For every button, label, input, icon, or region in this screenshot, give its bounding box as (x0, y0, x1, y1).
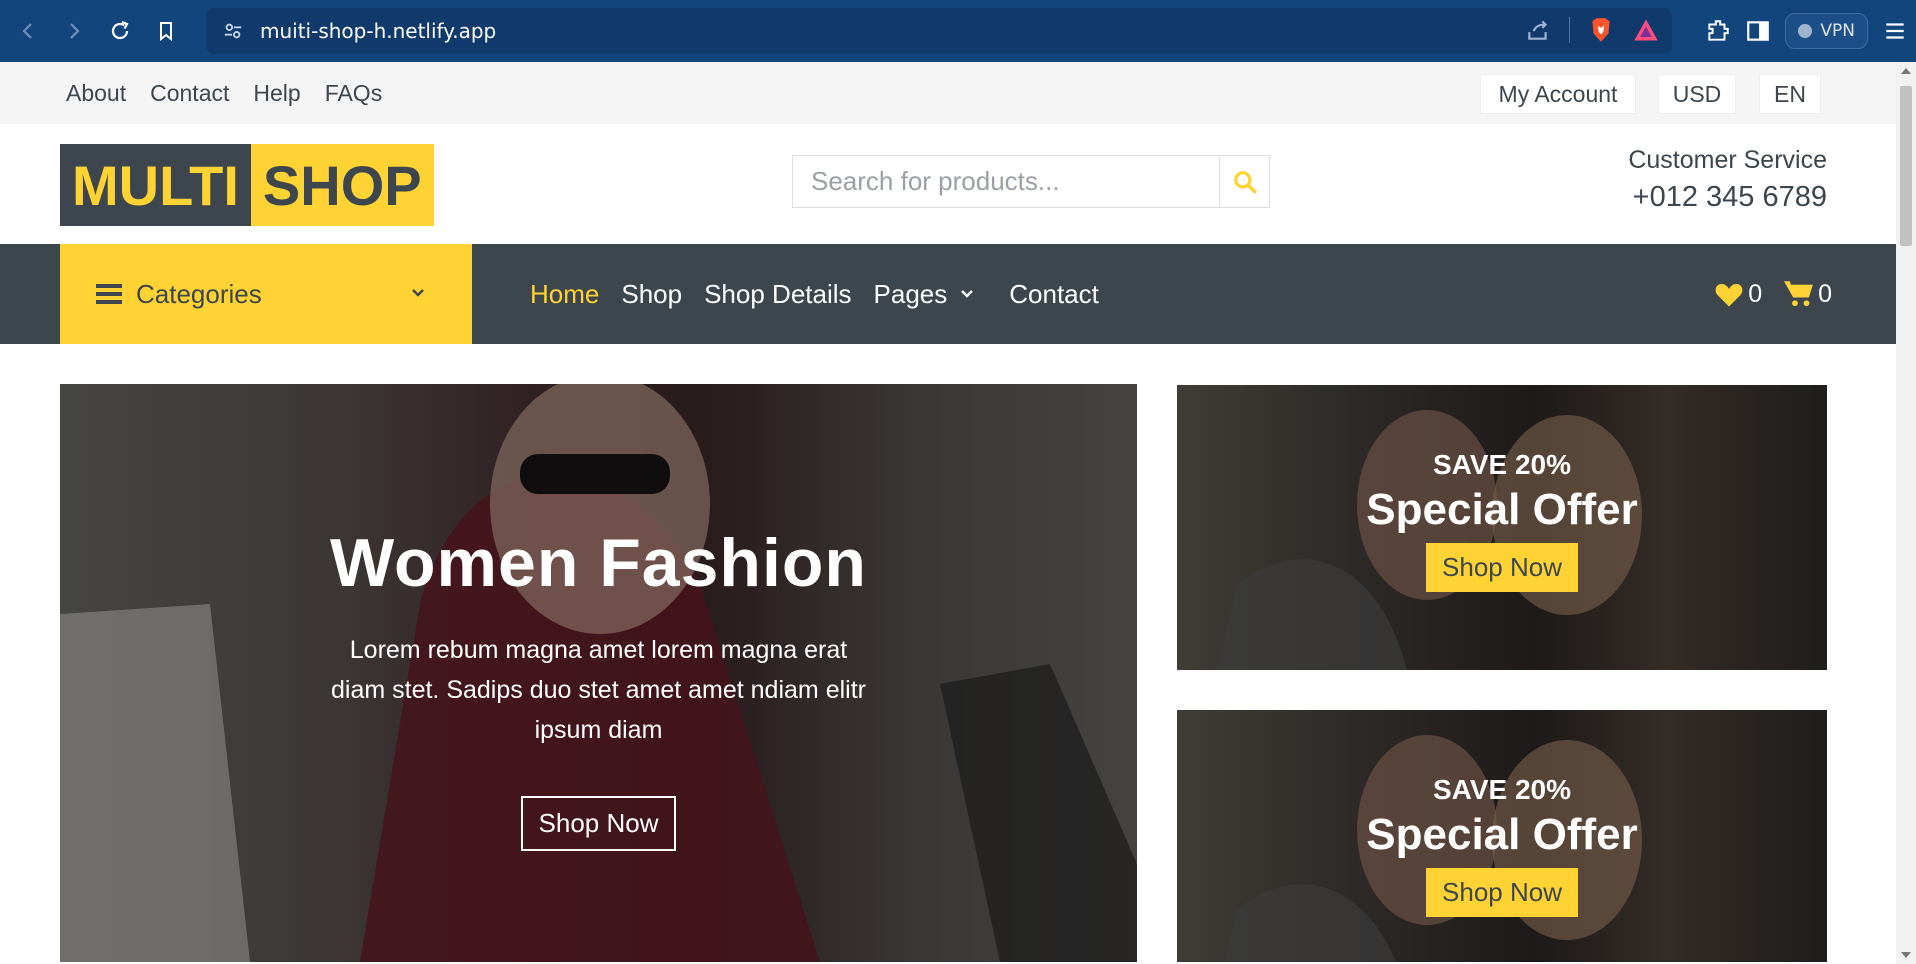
extensions-icon[interactable] (1705, 18, 1731, 44)
page-scrollbar[interactable] (1896, 62, 1916, 964)
site-header: MULTI SHOP Customer Service +012 345 678… (0, 124, 1896, 244)
search-input[interactable] (793, 156, 1219, 207)
divider (1569, 17, 1570, 43)
forward-button[interactable] (54, 11, 94, 51)
heart-icon (1715, 284, 1743, 307)
forward-arrow-icon (70, 23, 80, 39)
link-faqs[interactable]: FAQs (325, 80, 383, 107)
offer-card-1: SAVE 20% Special Offer Shop Now (1177, 385, 1827, 670)
url-text[interactable]: muiti-shop-h.netlify.app (260, 19, 496, 43)
brave-shields-icon[interactable] (1588, 16, 1614, 44)
cart-button[interactable]: 0 (1784, 280, 1832, 309)
customer-service-phone: +012 345 6789 (1632, 181, 1827, 213)
nav-pages-dropdown[interactable]: Pages (874, 279, 976, 310)
browser-toolbar: muiti-shop-h.netlify.app VPN (0, 0, 1916, 62)
hero-text: Lorem rebum magna amet lorem magna erat … (331, 636, 866, 744)
search-button[interactable] (1219, 156, 1269, 207)
menu-icon[interactable] (1882, 18, 1908, 44)
scroll-down-icon[interactable] (1901, 952, 1911, 958)
bookmark-button[interactable] (146, 11, 186, 51)
site-settings-icon[interactable] (222, 20, 244, 42)
vpn-label: VPN (1820, 21, 1855, 41)
vpn-status-icon (1798, 24, 1813, 38)
back-arrow-icon (22, 23, 32, 39)
language-dropdown[interactable]: EN (1759, 74, 1821, 114)
bars-icon (96, 284, 122, 304)
scroll-thumb[interactable] (1900, 86, 1912, 246)
hero-title: Women Fashion (330, 525, 867, 601)
link-help[interactable]: Help (253, 80, 300, 107)
offer-caption: SAVE 20% Special Offer Shop Now (1177, 774, 1827, 917)
offer-card-2: SAVE 20% Special Offer Shop Now (1177, 710, 1827, 962)
offer-title: Special Offer (1366, 810, 1638, 859)
currency-dropdown[interactable]: USD (1658, 74, 1736, 114)
topbar: About Contact Help FAQs My Account USD E… (0, 62, 1896, 124)
address-bar[interactable]: muiti-shop-h.netlify.app (206, 8, 1672, 54)
chevron-down-icon (961, 290, 974, 298)
offer-title: Special Offer (1366, 485, 1638, 534)
offer-shop-now-button[interactable]: Shop Now (1426, 543, 1578, 592)
offer-subtitle: SAVE 20% (1433, 774, 1571, 805)
share-icon[interactable] (1525, 17, 1551, 43)
nav-icons: 0 0 (1714, 244, 1832, 344)
top-links: About Contact Help FAQs (66, 62, 382, 124)
offer-shop-now-button[interactable]: Shop Now (1426, 868, 1578, 917)
link-about[interactable]: About (66, 80, 126, 107)
sidebar-icon[interactable] (1745, 18, 1771, 44)
nav-shop-details[interactable]: Shop Details (704, 279, 851, 310)
nav-contact[interactable]: Contact (1009, 279, 1099, 310)
nav-menu: Home Shop Shop Details Pages Contact (530, 244, 1099, 344)
vpn-button[interactable]: VPN (1785, 13, 1868, 49)
nav-home[interactable]: Home (530, 279, 599, 310)
scroll-up-icon[interactable] (1901, 68, 1911, 74)
offer-caption: SAVE 20% Special Offer Shop Now (1177, 449, 1827, 592)
categories-button[interactable]: Categories (60, 244, 472, 344)
hero-carousel: Women Fashion Lorem rebum magna amet lor… (60, 384, 1137, 962)
hero-caption: Women Fashion Lorem rebum magna amet lor… (60, 524, 1137, 851)
chevron-down-icon (412, 289, 424, 297)
back-button[interactable] (8, 11, 48, 51)
my-account-dropdown[interactable]: My Account (1480, 74, 1636, 114)
link-contact[interactable]: Contact (150, 80, 229, 107)
reload-icon (111, 20, 129, 40)
main-navbar: Categories Home Shop Shop Details Pages … (0, 244, 1896, 344)
brave-rewards-icon[interactable] (1632, 17, 1660, 43)
search-form (792, 155, 1270, 208)
nav-shop[interactable]: Shop (621, 279, 682, 310)
logo-part-2: SHOP (250, 144, 434, 226)
wishlist-count: 0 (1748, 279, 1763, 308)
hero-shop-now-button[interactable]: Shop Now (520, 796, 677, 851)
wishlist-button[interactable]: 0 (1714, 280, 1762, 309)
cart-icon (1784, 281, 1813, 307)
logo-part-1: MULTI (60, 144, 251, 226)
reload-button[interactable] (100, 11, 140, 51)
bookmark-icon (160, 22, 172, 42)
logo[interactable]: MULTI SHOP (60, 144, 434, 226)
nav-pages-label: Pages (873, 278, 948, 309)
customer-service-label: Customer Service (1628, 146, 1827, 174)
offer-subtitle: SAVE 20% (1433, 449, 1571, 480)
categories-label: Categories (136, 278, 262, 309)
customer-service: Customer Service +012 345 6789 (1628, 146, 1827, 214)
cart-count: 0 (1818, 279, 1832, 308)
search-icon (1233, 170, 1256, 193)
